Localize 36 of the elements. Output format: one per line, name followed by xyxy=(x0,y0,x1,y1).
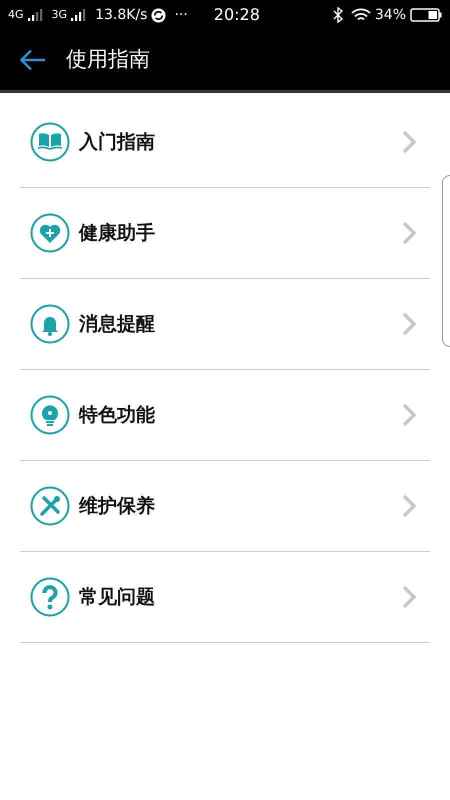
chevron-icon xyxy=(402,312,416,336)
book-icon xyxy=(30,122,70,162)
question-icon xyxy=(30,577,70,617)
chevron-icon xyxy=(402,130,416,154)
network-label: 3G xyxy=(52,6,68,23)
network-speed: 13.8K/s xyxy=(95,6,148,24)
battery-percent: 34% xyxy=(374,6,406,24)
menu-item[interactable]: 常见问题 xyxy=(20,552,430,643)
lightbulb-icon xyxy=(30,395,70,435)
menu-label: 维护保养 xyxy=(79,494,156,519)
menu-label: 特色功能 xyxy=(79,402,156,428)
menu-item[interactable]: 特色功能 xyxy=(20,370,430,461)
signal-icon xyxy=(71,9,88,21)
wifi-icon xyxy=(350,8,371,22)
more-indicator: ··· xyxy=(174,6,188,24)
menu-label: 消息提醒 xyxy=(79,312,156,337)
signal-icon xyxy=(28,9,44,21)
clock: 20:28 xyxy=(214,4,260,26)
network-label: 4G xyxy=(8,6,24,23)
menu-item[interactable]: 维护保养 xyxy=(20,461,430,552)
menu-label: 健康助手 xyxy=(79,220,156,246)
bell-icon xyxy=(30,304,70,344)
battery-icon xyxy=(410,8,442,22)
sync-icon xyxy=(151,8,166,22)
bluetooth-icon xyxy=(332,7,343,23)
menu-label: 常见问题 xyxy=(79,584,156,610)
back-icon[interactable] xyxy=(20,49,46,71)
menu-item[interactable]: 消息提醒 xyxy=(20,279,430,370)
chevron-icon xyxy=(402,494,416,518)
menu-item[interactable]: 健康助手 xyxy=(20,188,430,279)
menu-label: 入门指南 xyxy=(79,130,156,155)
chevron-icon xyxy=(402,221,416,245)
page-title: 使用指南 xyxy=(66,46,150,74)
menu-item[interactable]: 入门指南 xyxy=(20,97,430,188)
chevron-icon xyxy=(402,585,416,609)
chevron-icon xyxy=(402,403,416,427)
